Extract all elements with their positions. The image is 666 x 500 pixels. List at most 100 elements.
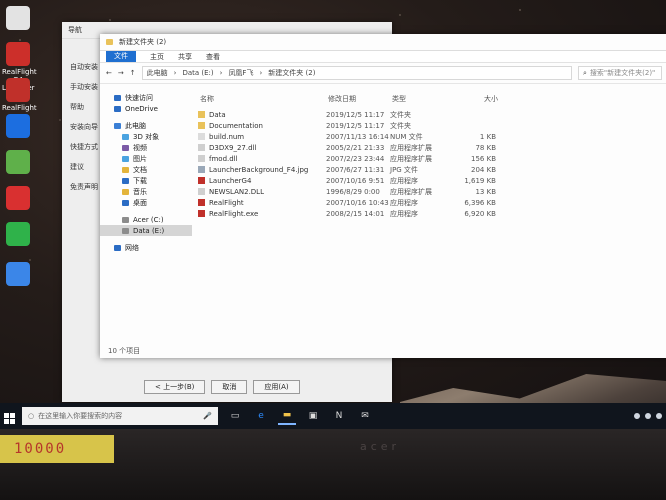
breadcrumb-item[interactable]: 新建文件夹 (2) xyxy=(268,68,315,78)
dll-icon xyxy=(198,155,205,162)
nav-item[interactable]: Data (E:) xyxy=(100,225,192,236)
file-size: 6,920 KB xyxy=(464,209,496,218)
file-date: 1996/8/29 0:00 xyxy=(326,187,380,196)
search-icon: ⌕ xyxy=(583,68,587,77)
file-date: 2019/12/5 11:17 xyxy=(326,121,385,130)
edge-icon[interactable]: e xyxy=(252,408,270,424)
back-button[interactable]: < 上一步(B) xyxy=(144,380,206,394)
nav-item[interactable]: Acer (C:) xyxy=(100,214,192,225)
file-name-cell: build.num xyxy=(198,133,326,141)
file-type: 应用程序扩展 xyxy=(390,143,432,152)
wechat-icon xyxy=(6,222,30,246)
windows-start-icon[interactable] xyxy=(4,410,18,424)
nav-item[interactable]: 视频 xyxy=(100,142,192,153)
search-box[interactable]: ⌕ 搜索"新建文件夹(2)" xyxy=(578,66,662,80)
file-row[interactable]: NEWSLAN2.DLL 1996/8/29 0:00 应用程序扩展 13 KB xyxy=(198,186,666,197)
forward-arrow-icon[interactable]: → xyxy=(118,69,124,77)
nav-item[interactable]: 3D 对象 xyxy=(100,131,192,142)
breadcrumb-item[interactable]: 凤凰F飞 xyxy=(228,68,253,78)
file-row[interactable]: fmod.dll 2007/2/23 23:44 应用程序扩展 156 KB xyxy=(198,153,666,164)
cloud-icon xyxy=(114,105,121,112)
mail-icon[interactable]: ✉ xyxy=(356,408,374,424)
nav-item[interactable]: 网络 xyxy=(100,242,192,253)
nav-item[interactable]: 桌面 xyxy=(100,197,192,208)
desktop-shortcut[interactable] xyxy=(2,262,34,288)
column-size[interactable]: 大小 xyxy=(458,94,498,106)
file-size: 1,619 KB xyxy=(464,176,496,185)
desktop-shortcut[interactable] xyxy=(2,222,34,248)
file-row[interactable]: LauncherG4 2007/10/16 9:51 应用程序 1,619 KB xyxy=(198,175,666,186)
folder-icon xyxy=(198,111,205,118)
nav-item[interactable]: OneDrive xyxy=(100,103,192,114)
computer-icon xyxy=(114,122,121,129)
nav-item[interactable]: 快速访问 xyxy=(100,92,192,103)
column-type[interactable]: 类型 xyxy=(392,94,458,106)
file-row[interactable]: RealFlight.exe 2008/2/15 14:01 应用程序 6,920 K… xyxy=(198,208,666,219)
file-name-cell: D3DX9_27.dll xyxy=(198,144,326,152)
nav-item-label: 此电脑 xyxy=(125,121,146,130)
nav-item[interactable]: 图片 xyxy=(100,153,192,164)
nav-item[interactable]: 文档 xyxy=(100,164,192,175)
cube-icon xyxy=(122,133,129,140)
file-row[interactable]: RealFlight 2007/10/16 10:43 应用程序 6,396 KB xyxy=(198,197,666,208)
file-row[interactable]: build.num 2007/11/13 16:14 NUM 文件 1 KB xyxy=(198,131,666,142)
file-type: NUM 文件 xyxy=(390,132,423,141)
back-arrow-icon[interactable]: ← xyxy=(106,69,112,77)
file-name: Data xyxy=(209,110,226,119)
tab-file[interactable]: 文件 xyxy=(106,51,136,62)
file-date: 2007/10/16 9:51 xyxy=(326,176,385,185)
desktop-shortcut[interactable] xyxy=(2,114,34,140)
tab-share[interactable]: 共享 xyxy=(178,52,192,62)
file-size: 1 KB xyxy=(479,132,496,141)
file-row[interactable]: D3DX9_27.dll 2005/2/21 21:33 应用程序扩展 78 KB xyxy=(198,142,666,153)
taskbar: ○ 在这里输入你要搜索的内容 🎤 ▭ e ▬ ▣ N ✉ xyxy=(0,403,666,429)
system-tray[interactable] xyxy=(634,413,662,419)
drive-icon xyxy=(122,216,129,223)
nav-item-label: 3D 对象 xyxy=(133,132,160,141)
nav-item[interactable]: 此电脑 xyxy=(100,120,192,131)
tab-home[interactable]: 主页 xyxy=(150,52,164,62)
file-row[interactable]: Data 2019/12/5 11:17 文件夹 xyxy=(198,109,666,120)
file-row[interactable]: Documentation 2019/12/5 11:17 文件夹 xyxy=(198,120,666,131)
file-name: LauncherBackground_F4.jpg xyxy=(209,165,309,174)
nav-item[interactable]: 下载 xyxy=(100,175,192,186)
picture-icon xyxy=(122,155,129,162)
nav-item-label: 视频 xyxy=(133,143,147,152)
notion-icon[interactable]: N xyxy=(330,408,348,424)
desktop-shortcut[interactable] xyxy=(2,186,34,212)
task-view-icon[interactable]: ▭ xyxy=(226,408,244,424)
file-size: 13 KB xyxy=(475,187,496,196)
file-name: RealFlight.exe xyxy=(209,209,259,218)
file-type: 应用程序 xyxy=(390,198,418,207)
file-name-cell: Data xyxy=(198,111,326,119)
store-icon[interactable]: ▣ xyxy=(304,408,322,424)
cancel-button[interactable]: 取消 xyxy=(211,380,248,394)
video-icon xyxy=(122,144,129,151)
breadcrumb-item[interactable]: Data (E:) xyxy=(182,69,213,77)
file-type: 应用程序扩展 xyxy=(390,187,432,196)
file-row[interactable]: LauncherBackground_F4.jpg 2007/6/27 11:31… xyxy=(198,164,666,175)
desktop-shortcut[interactable]: RealFlight xyxy=(2,78,37,112)
desktop-shortcut[interactable] xyxy=(2,150,34,176)
column-name[interactable]: 名称 xyxy=(200,94,328,106)
up-arrow-icon[interactable]: ↑ xyxy=(130,69,136,77)
network-icon xyxy=(114,244,121,251)
file-explorer-icon[interactable]: ▬ xyxy=(278,407,296,425)
file-name: fmod.dll xyxy=(209,154,238,163)
breadcrumb-item[interactable]: 此电脑 xyxy=(147,68,168,78)
file-type: 应用程序 xyxy=(390,209,418,218)
file-date: 2019/12/5 11:17 xyxy=(326,110,385,119)
tab-view[interactable]: 查看 xyxy=(206,52,220,62)
realflight-icon xyxy=(6,42,30,66)
address-bar[interactable]: 此电脑 › Data (E:) › 凤凰F飞 › 新建文件夹 (2) xyxy=(141,66,572,80)
explorer-title: 新建文件夹 (2) xyxy=(119,38,167,46)
nav-item-label: Acer (C:) xyxy=(133,215,164,224)
microphone-icon[interactable]: 🎤 xyxy=(203,412,212,420)
column-date[interactable]: 修改日期 xyxy=(328,94,392,106)
nav-item-label: 快速访问 xyxy=(125,93,153,102)
apply-button[interactable]: 应用(A) xyxy=(253,380,300,394)
taskbar-search[interactable]: ○ 在这里输入你要搜索的内容 🎤 xyxy=(22,407,218,425)
file-list: Data 2019/12/5 11:17 文件夹 Documentation 2019/… xyxy=(198,109,666,219)
desktop-shortcut[interactable] xyxy=(2,6,34,32)
nav-item[interactable]: 音乐 xyxy=(100,186,192,197)
